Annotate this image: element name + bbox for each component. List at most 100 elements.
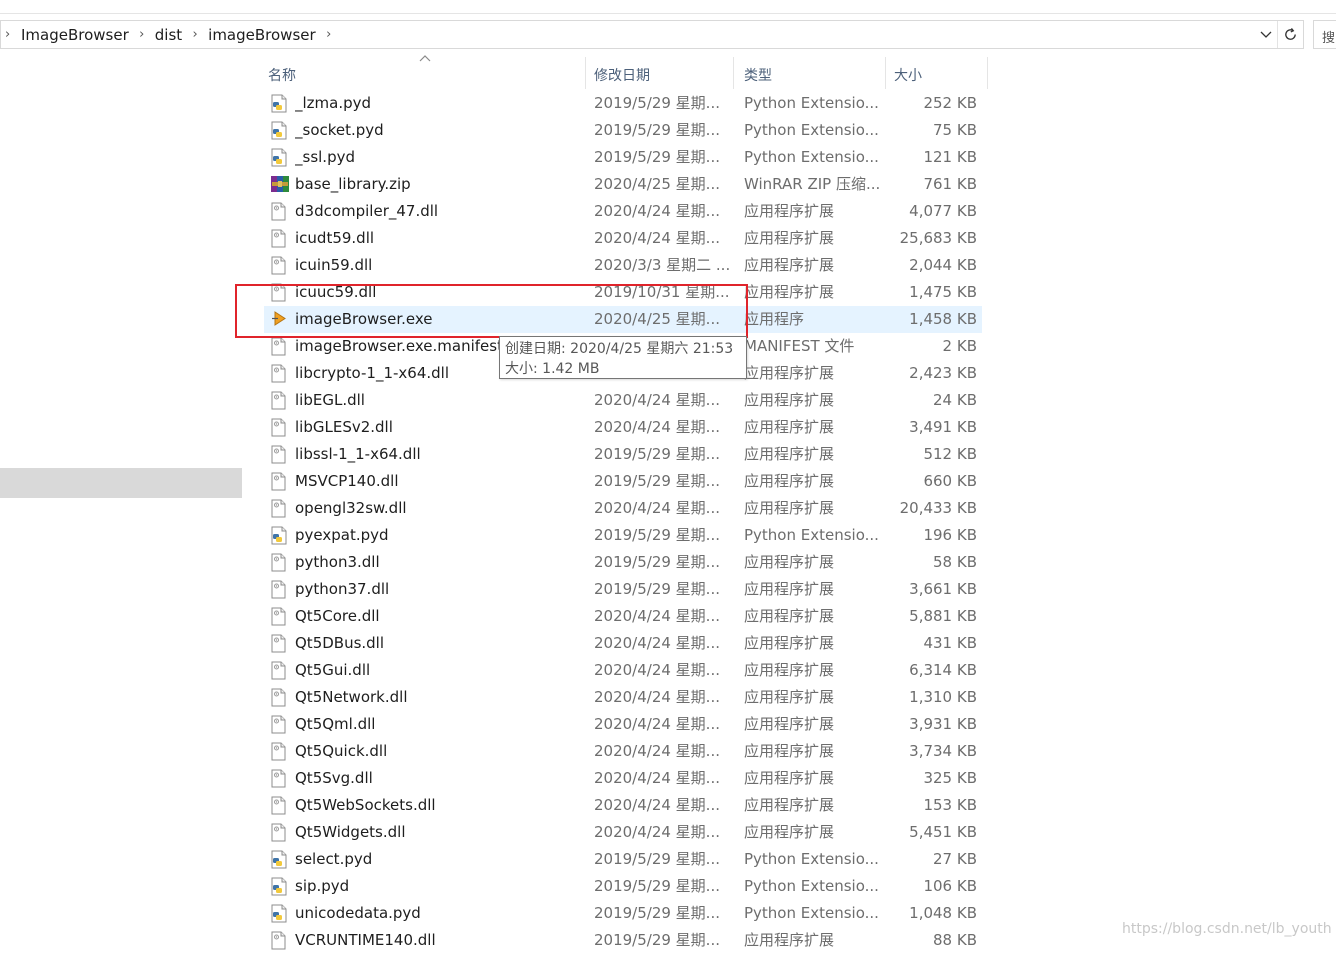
file-row[interactable]: sip.pyd 2019/5/29 星期... Python Extensio...…: [264, 873, 982, 900]
file-modified-date: 2019/5/29 星期...: [594, 121, 720, 139]
breadcrumb-item[interactable]: imageBrowser: [208, 26, 316, 44]
search-input[interactable]: 搜: [1313, 20, 1336, 49]
file-row[interactable]: icuin59.dll 2020/3/3 星期二 ... 应用程序扩展 2,044 K…: [264, 252, 982, 279]
column-size-header[interactable]: 大小: [884, 57, 988, 89]
address-history-dropdown[interactable]: [1255, 21, 1277, 48]
column-name-header[interactable]: 名称: [258, 57, 586, 89]
file-size: 761 KB: [923, 175, 977, 193]
file-row[interactable]: _socket.pyd 2019/5/29 星期... Python Extensi…: [264, 117, 982, 144]
file-modified-date: 2019/5/29 星期...: [594, 580, 720, 598]
manifest-file-icon: [271, 337, 289, 356]
file-size: 3,661 KB: [909, 580, 977, 598]
dll-file-icon: [271, 580, 289, 599]
refresh-button[interactable]: [1277, 21, 1303, 48]
file-size: 58 KB: [933, 553, 977, 571]
file-size: 25,683 KB: [899, 229, 977, 247]
file-size: 106 KB: [923, 877, 977, 895]
nav-selected-item[interactable]: [0, 468, 242, 498]
dll-file-icon: [271, 796, 289, 815]
file-row[interactable]: Qt5Widgets.dll 2020/4/24 星期... 应用程序扩展 5,451…: [264, 819, 982, 846]
dll-file-icon: [271, 688, 289, 707]
dll-file-icon: [271, 742, 289, 761]
file-size: 24 KB: [933, 391, 977, 409]
dll-file-icon: [271, 661, 289, 680]
file-row[interactable]: libGLESv2.dll 2020/4/24 星期... 应用程序扩展 3,491 …: [264, 414, 982, 441]
breadcrumb-item[interactable]: ImageBrowser: [21, 26, 129, 44]
file-row[interactable]: pyexpat.pyd 2019/5/29 星期... Python Extensi…: [264, 522, 982, 549]
file-row[interactable]: Qt5Gui.dll 2020/4/24 星期... 应用程序扩展 6,314 KB: [264, 657, 982, 684]
file-name: _lzma.pyd: [295, 94, 372, 112]
file-size: 196 KB: [923, 526, 977, 544]
file-size: 20,433 KB: [899, 499, 977, 517]
column-date-header[interactable]: 修改日期: [584, 57, 734, 89]
dll-file-icon: [271, 715, 289, 734]
file-name: Qt5WebSockets.dll: [295, 796, 436, 814]
chevron-right-icon[interactable]: ›: [129, 27, 155, 42]
file-name: libEGL.dll: [295, 391, 365, 409]
chevron-right-icon[interactable]: ›: [316, 27, 342, 42]
chevron-right-icon[interactable]: ›: [1, 27, 21, 42]
file-row[interactable]: libssl-1_1-x64.dll 2019/5/29 星期... 应用程序扩展 5…: [264, 441, 982, 468]
column-type-header[interactable]: 类型: [734, 57, 886, 89]
file-row[interactable]: libEGL.dll 2020/4/24 星期... 应用程序扩展 24 KB: [264, 387, 982, 414]
file-modified-date: 2020/3/3 星期二 ...: [594, 256, 731, 274]
breadcrumb-item[interactable]: dist: [155, 26, 182, 44]
file-row[interactable]: _lzma.pyd 2019/5/29 星期... Python Extensio.…: [264, 90, 982, 117]
dll-file-icon: [271, 931, 289, 950]
file-row[interactable]: opengl32sw.dll 2020/4/24 星期... 应用程序扩展 20,43…: [264, 495, 982, 522]
file-row[interactable]: MSVCP140.dll 2019/5/29 星期... 应用程序扩展 660 KB: [264, 468, 982, 495]
file-name: base_library.zip: [295, 175, 411, 193]
dll-file-icon: [271, 472, 289, 491]
file-row[interactable]: Qt5DBus.dll 2020/4/24 星期... 应用程序扩展 431 KB: [264, 630, 982, 657]
file-row[interactable]: d3dcompiler_47.dll 2020/4/24 星期... 应用程序扩展 4…: [264, 198, 982, 225]
file-size: 3,491 KB: [909, 418, 977, 436]
file-size: 6,314 KB: [909, 661, 977, 679]
file-row[interactable]: Qt5Core.dll 2020/4/24 星期... 应用程序扩展 5,881 KB: [264, 603, 982, 630]
file-modified-date: 2020/4/24 星期...: [594, 661, 720, 679]
file-size: 512 KB: [923, 445, 977, 463]
file-row[interactable]: Qt5Qml.dll 2020/4/24 星期... 应用程序扩展 3,931 KB: [264, 711, 982, 738]
file-modified-date: 2020/4/24 星期...: [594, 418, 720, 436]
file-name: icuin59.dll: [295, 256, 373, 274]
file-row[interactable]: Qt5Network.dll 2020/4/24 星期... 应用程序扩展 1,310…: [264, 684, 982, 711]
file-name: Qt5DBus.dll: [295, 634, 385, 652]
navigation-pane[interactable]: [0, 50, 243, 949]
file-name: d3dcompiler_47.dll: [295, 202, 439, 220]
file-name: Qt5Core.dll: [295, 607, 380, 625]
file-modified-date: 2020/4/25 星期...: [594, 175, 720, 193]
file-row[interactable]: Qt5Svg.dll 2020/4/24 星期... 应用程序扩展 325 KB: [264, 765, 982, 792]
file-name: MSVCP140.dll: [295, 472, 399, 490]
file-row[interactable]: base_library.zip 2020/4/25 星期... WinRAR ZI…: [264, 171, 982, 198]
file-modified-date: 2019/5/29 星期...: [594, 445, 720, 463]
address-bar[interactable]: › ImageBrowser › dist › imageBrowser ›: [0, 20, 1304, 49]
file-size: 75 KB: [933, 121, 977, 139]
file-size: 1,048 KB: [909, 904, 977, 922]
file-row[interactable]: Qt5WebSockets.dll 2020/4/24 星期... 应用程序扩展 15…: [264, 792, 982, 819]
dll-file-icon: [271, 823, 289, 842]
file-row[interactable]: icudt59.dll 2020/4/24 星期... 应用程序扩展 25,683 K…: [264, 225, 982, 252]
file-row[interactable]: VCRUNTIME140.dll 2019/5/29 星期... 应用程序扩展 88 …: [264, 927, 982, 954]
file-modified-date: 2020/4/24 星期...: [594, 499, 720, 517]
file-row[interactable]: select.pyd 2019/5/29 星期... Python Extensio…: [264, 846, 982, 873]
file-row[interactable]: unicodedata.pyd 2019/5/29 星期... Python Ext…: [264, 900, 982, 927]
file-size: 1,475 KB: [909, 283, 977, 301]
file-row[interactable]: python37.dll 2019/5/29 星期... 应用程序扩展 3,661 K…: [264, 576, 982, 603]
annotation-highlight-box: [235, 284, 748, 338]
refresh-icon: [1285, 27, 1296, 40]
file-row[interactable]: Qt5Quick.dll 2020/4/24 星期... 应用程序扩展 3,734 K…: [264, 738, 982, 765]
file-modified-date: 2020/4/24 星期...: [594, 742, 720, 760]
file-size: 2 KB: [942, 337, 977, 355]
winrar-archive-icon: [271, 175, 289, 194]
dll-file-icon: [271, 364, 289, 383]
file-size: 5,451 KB: [909, 823, 977, 841]
file-name: sip.pyd: [295, 877, 350, 895]
file-row[interactable]: python3.dll 2019/5/29 星期... 应用程序扩展 58 KB: [264, 549, 982, 576]
chevron-right-icon[interactable]: ›: [182, 27, 208, 42]
dll-file-icon: [271, 769, 289, 788]
file-name: libssl-1_1-x64.dll: [295, 445, 421, 463]
dll-file-icon: [271, 445, 289, 464]
file-size: 252 KB: [923, 94, 977, 112]
file-row[interactable]: _ssl.pyd 2019/5/29 星期... Python Extensio..…: [264, 144, 982, 171]
file-name: select.pyd: [295, 850, 373, 868]
file-modified-date: 2020/4/24 星期...: [594, 202, 720, 220]
